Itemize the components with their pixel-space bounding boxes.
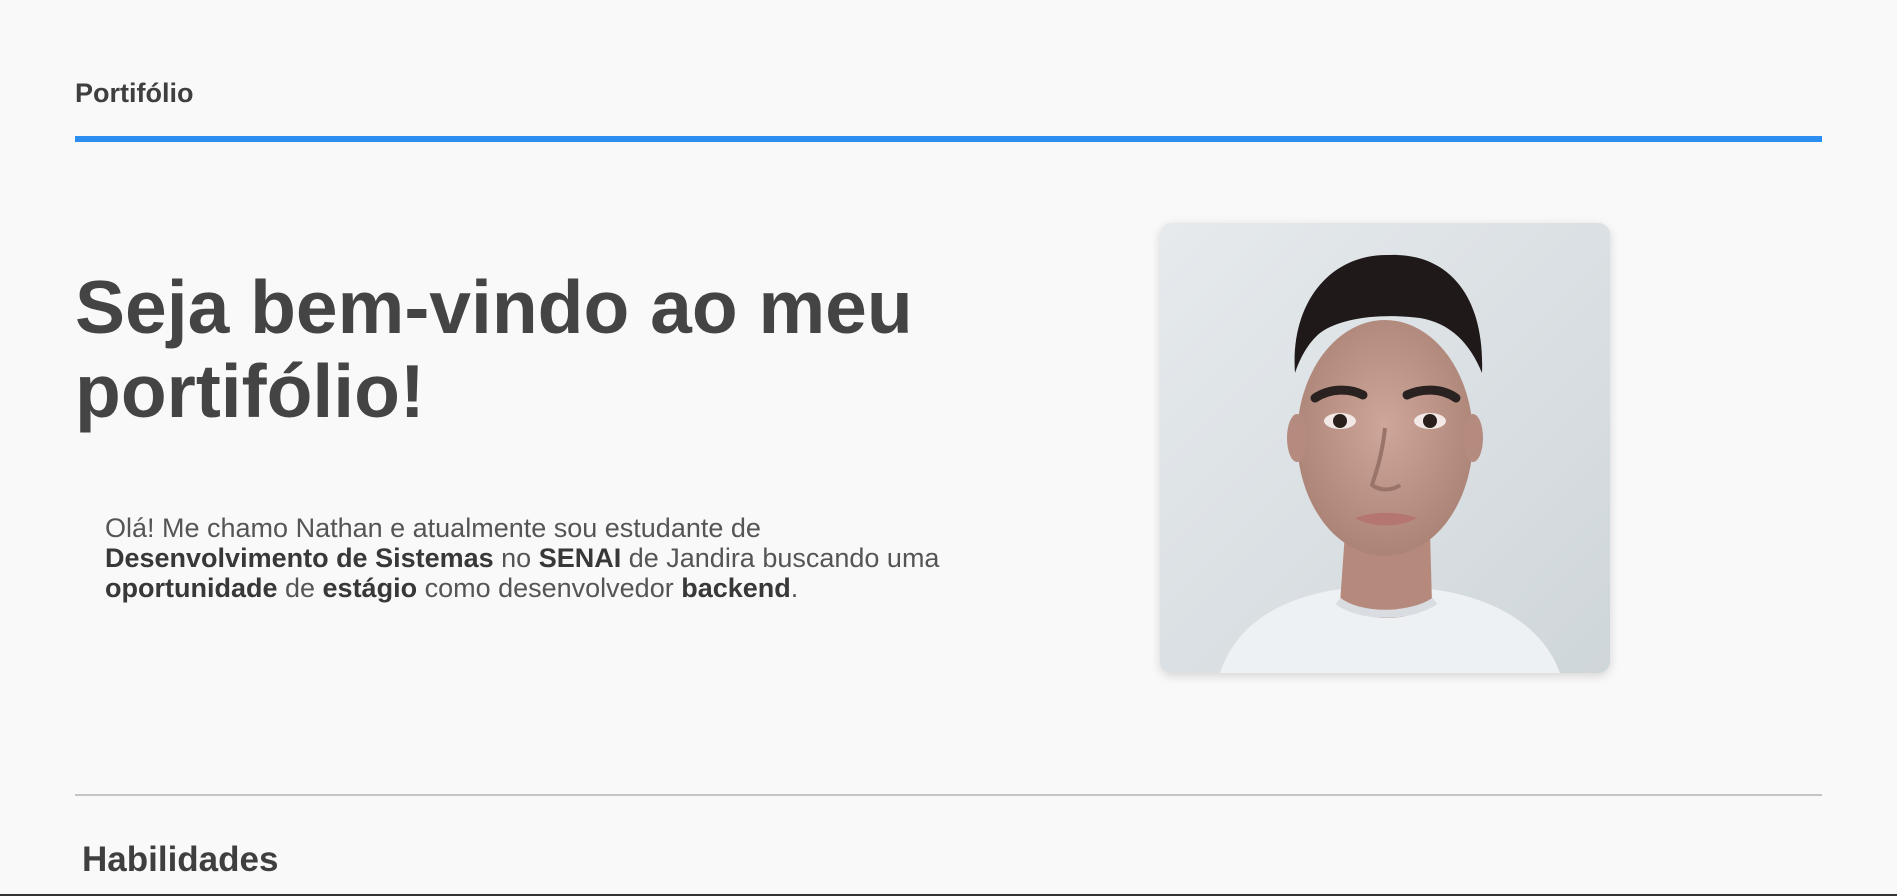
profile-photo	[1160, 223, 1610, 673]
intro-text-6: .	[790, 573, 799, 603]
portfolio-page: Portifólio Seja bem-vindo ao meu portifó…	[0, 0, 1897, 896]
skills-section-title: Habilidades	[82, 840, 279, 879]
nav-underline	[75, 136, 1822, 142]
profile-photo-icon	[1160, 223, 1610, 673]
intro-text-5: como desenvolvedor	[417, 573, 682, 603]
intro-course: Desenvolvimento de Sistemas	[105, 543, 494, 573]
hero-title: Seja bem-vindo ao meu portifólio!	[75, 265, 913, 433]
intro-opportunity: oportunidade	[105, 573, 278, 603]
intro-text-2: no	[493, 543, 539, 573]
intro-school: SENAI	[538, 543, 622, 573]
intro-internship: estágio	[322, 573, 418, 603]
nav-title[interactable]: Portifólio	[75, 78, 193, 109]
intro-text-1: Olá! Me chamo Nathan e atualmente sou es…	[105, 513, 761, 543]
section-divider	[75, 794, 1822, 796]
intro-backend: backend	[681, 573, 791, 603]
intro-text-3: de Jandira buscando uma	[621, 543, 940, 573]
hero-intro: Olá! Me chamo Nathan e atualmente sou es…	[105, 513, 945, 603]
intro-text-4: de	[277, 573, 323, 603]
